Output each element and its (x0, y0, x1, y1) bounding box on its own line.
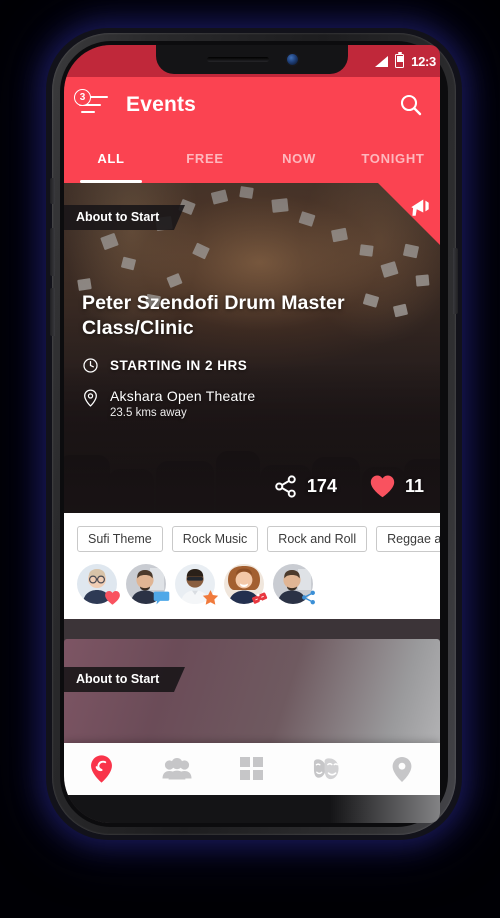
attendee-item[interactable] (175, 564, 219, 605)
share-count: 174 (306, 476, 337, 496)
event-details: Peter Szendofi Drum Master Class/Clinic … (82, 291, 424, 419)
status-badge: About to Start (64, 667, 186, 692)
event-hero-image: About to Start Peter Szendofi Drum Maste… (64, 183, 440, 513)
tag-chip[interactable]: Rock and Roll (267, 526, 368, 552)
event-title: Peter Szendofi Drum Master Class/Clinic (82, 292, 345, 339)
app-bar: 3 Events (64, 77, 440, 133)
event-venue: Akshara Open Theatre (110, 388, 256, 405)
home-indicator-area (64, 795, 440, 823)
megaphone-icon[interactable] (378, 183, 440, 245)
tab-tonight[interactable]: TONIGHT (346, 133, 440, 183)
ticket-badge-icon (251, 589, 268, 606)
attendee-item[interactable] (273, 564, 315, 605)
theater-masks-icon (313, 758, 339, 780)
event-distance: 23.5 kms away (110, 407, 187, 420)
bottom-navigation (64, 743, 440, 795)
tag-chip[interactable]: Reggae a (376, 526, 440, 552)
attendee-avatar-list[interactable] (64, 552, 440, 619)
page-title: Events (126, 93, 197, 116)
map-pin-icon (84, 389, 97, 407)
event-location-row: Akshara Open Theatre 23.5 kms away (82, 388, 424, 419)
front-camera (286, 54, 298, 65)
heart-badge-icon (104, 589, 121, 606)
attendee-item[interactable] (126, 564, 170, 604)
event-card-next[interactable]: About to Start (64, 639, 440, 759)
device-notch (156, 45, 348, 74)
signal-icon (375, 55, 389, 67)
tab-free[interactable]: FREE (158, 133, 252, 183)
power-button[interactable] (453, 248, 458, 314)
nav-categories[interactable] (214, 743, 289, 795)
device-mockup: 12:3 3 Events ALL FREE NOW TONIGHT About… (0, 0, 500, 918)
nav-shows[interactable] (290, 743, 365, 795)
earpiece-speaker (206, 57, 269, 62)
status-badge: About to Start (64, 205, 186, 230)
map-pin-icon (393, 756, 412, 782)
attendee-item[interactable] (224, 564, 268, 604)
search-icon[interactable] (396, 90, 426, 120)
event-engagement: 174 11 (273, 474, 424, 499)
people-icon (162, 758, 192, 780)
event-card[interactable]: About to Start Peter Szendofi Drum Maste… (64, 183, 440, 619)
grid-icon (240, 757, 263, 780)
share-badge-icon (300, 589, 317, 606)
tab-now[interactable]: NOW (252, 133, 346, 183)
hamburger-menu-icon[interactable]: 3 (66, 83, 118, 127)
nav-map[interactable] (365, 743, 440, 795)
nav-people[interactable] (139, 743, 214, 795)
menu-badge: 3 (74, 89, 91, 106)
volume-down-button[interactable] (50, 288, 55, 336)
star-badge-icon (202, 589, 219, 606)
battery-icon (395, 51, 405, 68)
volume-up-button[interactable] (50, 228, 55, 276)
location-heart-icon (91, 755, 113, 783)
tab-bar: ALL FREE NOW TONIGHT (64, 133, 440, 183)
like-count: 11 (404, 476, 424, 496)
tab-all[interactable]: ALL (64, 133, 158, 183)
share-icon[interactable] (273, 474, 298, 499)
event-feed[interactable]: About to Start Peter Szendofi Drum Maste… (64, 183, 440, 823)
event-time-row: STARTING IN 2 HRS (82, 357, 424, 374)
tag-chip[interactable]: Sufi Theme (77, 526, 163, 552)
nav-discover[interactable] (64, 743, 139, 795)
event-time-label: STARTING IN 2 HRS (110, 358, 248, 374)
phone-screen: 12:3 3 Events ALL FREE NOW TONIGHT About… (64, 45, 440, 823)
silent-switch[interactable] (50, 178, 55, 204)
feed-gap (64, 619, 440, 628)
attendee-item[interactable] (77, 564, 120, 605)
heart-icon[interactable] (369, 474, 396, 499)
clock-icon (83, 358, 98, 373)
tag-chip-list[interactable]: Sufi Theme Rock Music Rock and Roll Regg… (64, 513, 440, 552)
tag-chip[interactable]: Rock Music (171, 526, 259, 552)
status-clock: 12:3 (411, 53, 436, 69)
comment-badge-icon (153, 589, 170, 606)
